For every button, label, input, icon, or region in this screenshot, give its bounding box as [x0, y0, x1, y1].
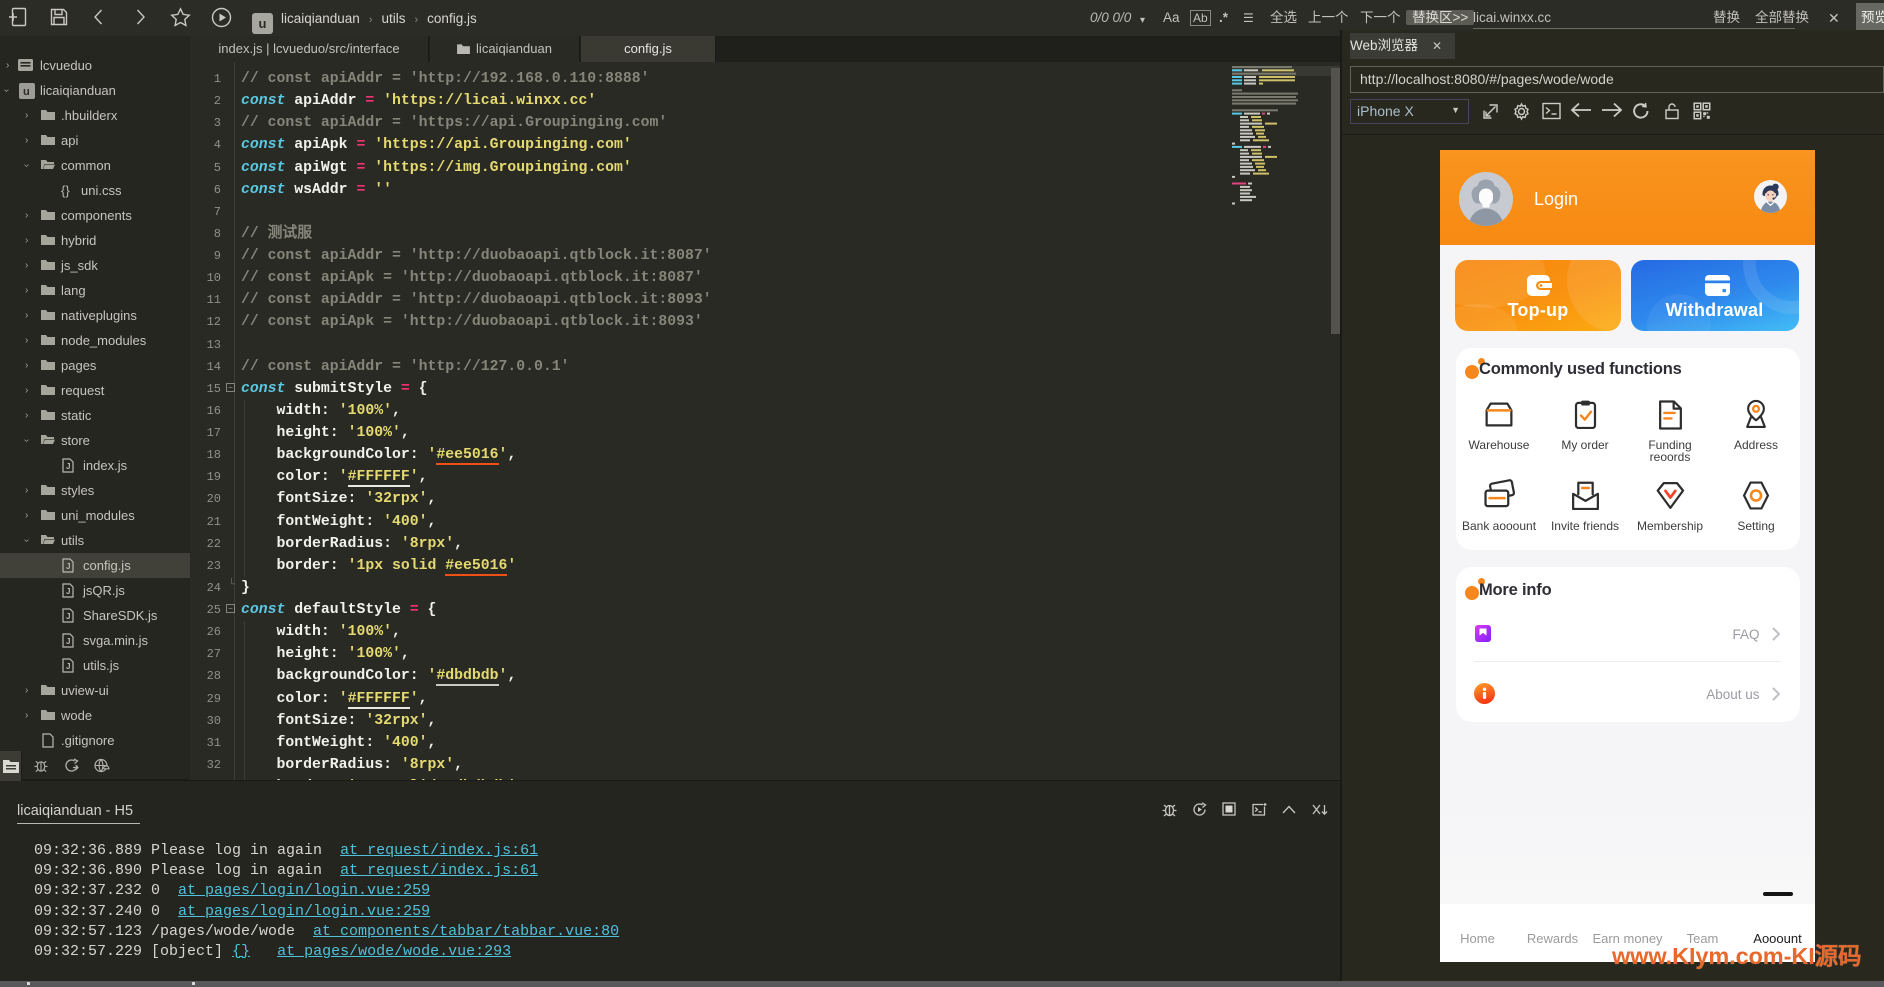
svg-text:J: J: [66, 562, 70, 571]
svg-text:J: J: [66, 462, 70, 471]
svg-text:J: J: [66, 587, 70, 596]
svg-text:u: u: [23, 86, 30, 98]
svg-text:J: J: [66, 612, 70, 621]
svg-text:J: J: [66, 637, 70, 646]
svg-text:J: J: [66, 662, 70, 671]
